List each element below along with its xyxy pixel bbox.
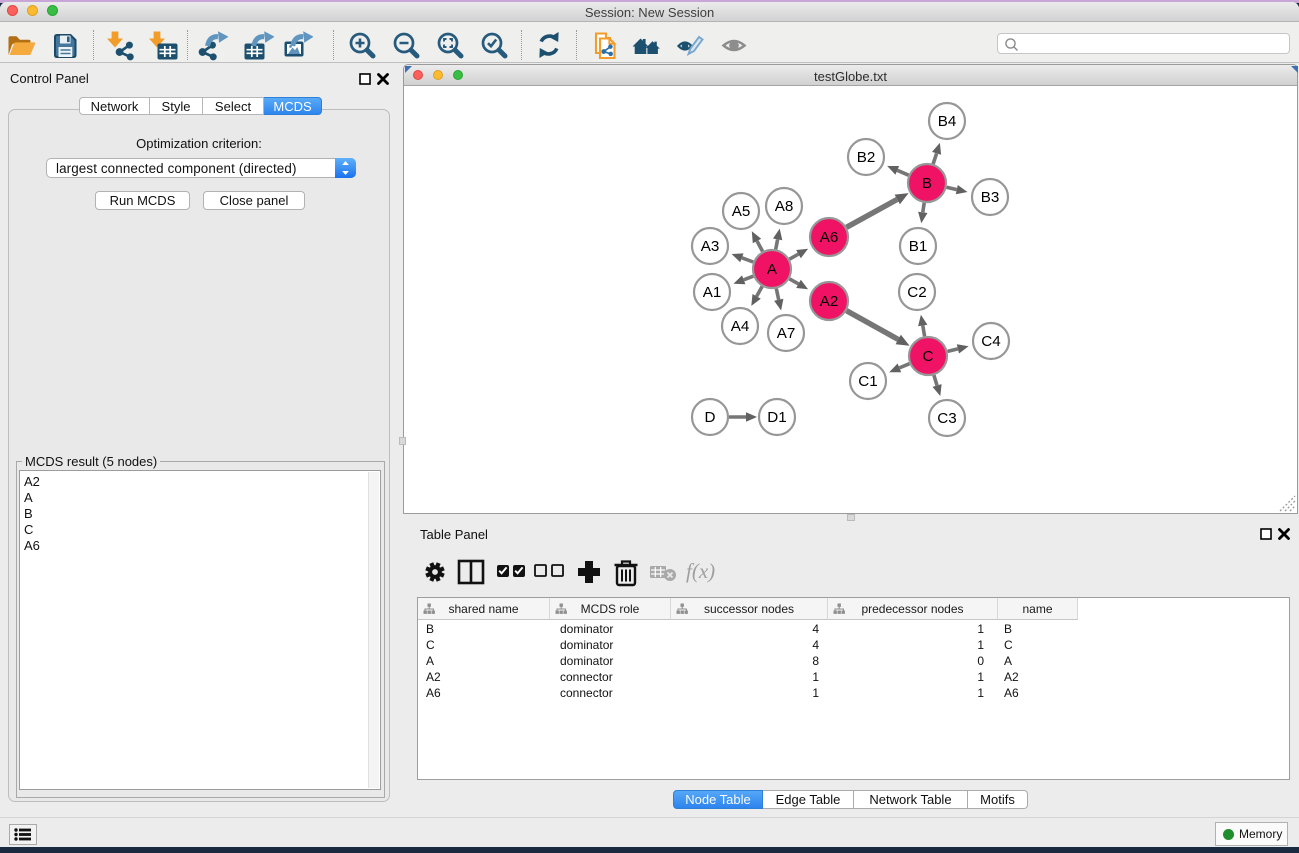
svg-text:C4: C4 [981, 333, 1000, 350]
svg-text:B1: B1 [909, 238, 928, 255]
svg-text:B4: B4 [938, 113, 957, 130]
svg-text:D1: D1 [767, 409, 786, 426]
svg-text:A8: A8 [775, 198, 794, 215]
svg-text:A7: A7 [777, 325, 796, 342]
svg-text:A1: A1 [703, 284, 722, 301]
svg-text:D: D [705, 409, 716, 426]
svg-text:C1: C1 [858, 373, 877, 390]
svg-text:C: C [923, 348, 934, 365]
svg-text:B2: B2 [857, 149, 876, 166]
svg-text:C2: C2 [907, 284, 926, 301]
svg-text:A5: A5 [732, 203, 751, 220]
svg-text:B: B [922, 175, 932, 192]
svg-text:A2: A2 [820, 293, 839, 310]
svg-text:A: A [767, 261, 778, 278]
svg-text:A6: A6 [820, 229, 839, 246]
svg-text:A3: A3 [701, 238, 720, 255]
svg-text:A4: A4 [731, 318, 750, 335]
svg-text:B3: B3 [981, 189, 1000, 206]
svg-text:C3: C3 [937, 410, 956, 427]
